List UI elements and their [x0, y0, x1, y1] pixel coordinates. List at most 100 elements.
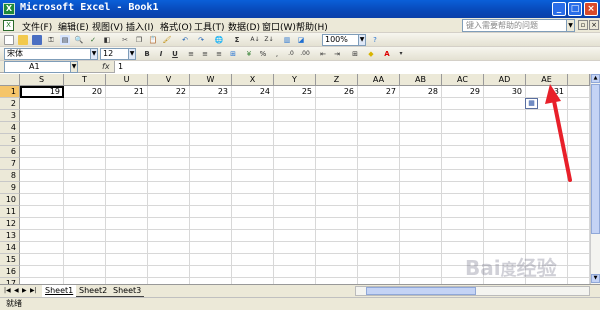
cell-partial[interactable] [568, 266, 590, 278]
column-header-s[interactable]: S [20, 74, 64, 86]
cell-ad12[interactable] [484, 218, 526, 230]
cell-v1[interactable]: 22 [148, 86, 190, 98]
new-icon[interactable] [4, 35, 14, 45]
cell-s4[interactable] [20, 122, 64, 134]
scroll-up-icon[interactable]: ▲ [591, 74, 600, 83]
menu-help[interactable]: 帮助(H) [296, 20, 328, 33]
cell-ab9[interactable] [400, 182, 442, 194]
cell-y13[interactable] [274, 230, 316, 242]
menu-window[interactable]: 窗口(W) [262, 20, 296, 33]
cut-icon[interactable]: ✂ [120, 35, 130, 45]
column-header-partial[interactable] [568, 74, 590, 86]
cell-u10[interactable] [106, 194, 148, 206]
cell-t3[interactable] [64, 110, 106, 122]
cell-z16[interactable] [316, 266, 358, 278]
cell-t14[interactable] [64, 242, 106, 254]
horizontal-scroll-thumb[interactable] [366, 287, 476, 295]
toolbar-options-icon[interactable]: ▾ [396, 49, 406, 59]
paste-icon[interactable]: 📋 [148, 35, 158, 45]
borders-icon[interactable]: ⊞ [350, 49, 360, 59]
cell-s13[interactable] [20, 230, 64, 242]
doc-restore-icon[interactable]: ▫ [578, 20, 588, 30]
cell-w12[interactable] [190, 218, 232, 230]
next-sheet-icon[interactable]: ▶ [22, 287, 27, 294]
chart-wizard-icon[interactable]: ▥ [282, 35, 292, 45]
column-header-u[interactable]: U [106, 74, 148, 86]
cell-v14[interactable] [148, 242, 190, 254]
cell-partial[interactable] [568, 182, 590, 194]
cell-z15[interactable] [316, 254, 358, 266]
cell-ab10[interactable] [400, 194, 442, 206]
cell-s15[interactable] [20, 254, 64, 266]
cell-u2[interactable] [106, 98, 148, 110]
sheet-tab-sheet3[interactable]: Sheet3 [110, 285, 145, 297]
cell-z8[interactable] [316, 170, 358, 182]
cell-s10[interactable] [20, 194, 64, 206]
cell-ae7[interactable] [526, 158, 568, 170]
cell-ab3[interactable] [400, 110, 442, 122]
cell-z4[interactable] [316, 122, 358, 134]
cell-ad4[interactable] [484, 122, 526, 134]
undo-icon[interactable]: ↶ [180, 35, 190, 45]
font-size-select[interactable]: 12 [100, 48, 130, 60]
cell-aa3[interactable] [358, 110, 400, 122]
cell-ad8[interactable] [484, 170, 526, 182]
cell-y9[interactable] [274, 182, 316, 194]
print-icon[interactable]: ▤ [60, 35, 70, 45]
cell-v4[interactable] [148, 122, 190, 134]
cell-y10[interactable] [274, 194, 316, 206]
cell-ac4[interactable] [442, 122, 484, 134]
cell-w16[interactable] [190, 266, 232, 278]
cell-ac8[interactable] [442, 170, 484, 182]
cell-u13[interactable] [106, 230, 148, 242]
help-search-input[interactable]: 键入需要帮助的问题 [462, 19, 568, 32]
cell-partial[interactable] [568, 194, 590, 206]
cell-z6[interactable] [316, 146, 358, 158]
cell-ae3[interactable] [526, 110, 568, 122]
cell-ac13[interactable] [442, 230, 484, 242]
cell-z13[interactable] [316, 230, 358, 242]
cell-ab6[interactable] [400, 146, 442, 158]
cell-aa12[interactable] [358, 218, 400, 230]
cell-y14[interactable] [274, 242, 316, 254]
cell-ac5[interactable] [442, 134, 484, 146]
cell-z5[interactable] [316, 134, 358, 146]
save-icon[interactable] [32, 35, 42, 45]
cell-w1[interactable]: 23 [190, 86, 232, 98]
cell-ad10[interactable] [484, 194, 526, 206]
research-icon[interactable]: ◧ [102, 35, 112, 45]
formula-input[interactable]: 1 [114, 61, 600, 73]
sort-descending-icon[interactable]: Z↓ [264, 35, 274, 45]
cell-t13[interactable] [64, 230, 106, 242]
cell-y15[interactable] [274, 254, 316, 266]
cell-t7[interactable] [64, 158, 106, 170]
cell-ab14[interactable] [400, 242, 442, 254]
cell-ad13[interactable] [484, 230, 526, 242]
cell-ae1[interactable]: 31 [526, 86, 568, 98]
cell-aa15[interactable] [358, 254, 400, 266]
cell-partial[interactable] [568, 170, 590, 182]
cell-v13[interactable] [148, 230, 190, 242]
cell-s14[interactable] [20, 242, 64, 254]
zoom-select[interactable]: 100% [322, 34, 360, 46]
cell-ab16[interactable] [400, 266, 442, 278]
cell-x7[interactable] [232, 158, 274, 170]
row-header-9[interactable]: 9 [0, 182, 20, 194]
cell-w3[interactable] [190, 110, 232, 122]
cell-w6[interactable] [190, 146, 232, 158]
cell-x2[interactable] [232, 98, 274, 110]
first-sheet-icon[interactable]: |◀ [4, 287, 11, 294]
menu-data[interactable]: 数据(D) [228, 20, 260, 33]
cell-aa14[interactable] [358, 242, 400, 254]
cell-v2[interactable] [148, 98, 190, 110]
cell-w8[interactable] [190, 170, 232, 182]
menu-tools[interactable]: 工具(T) [194, 20, 225, 33]
cell-ab7[interactable] [400, 158, 442, 170]
cell-ad6[interactable] [484, 146, 526, 158]
vertical-scrollbar[interactable]: ▲ ▼ [590, 74, 600, 284]
align-left-icon[interactable]: ≡ [186, 49, 196, 59]
cell-v12[interactable] [148, 218, 190, 230]
cell-u16[interactable] [106, 266, 148, 278]
column-header-ac[interactable]: AC [442, 74, 484, 86]
cell-u12[interactable] [106, 218, 148, 230]
